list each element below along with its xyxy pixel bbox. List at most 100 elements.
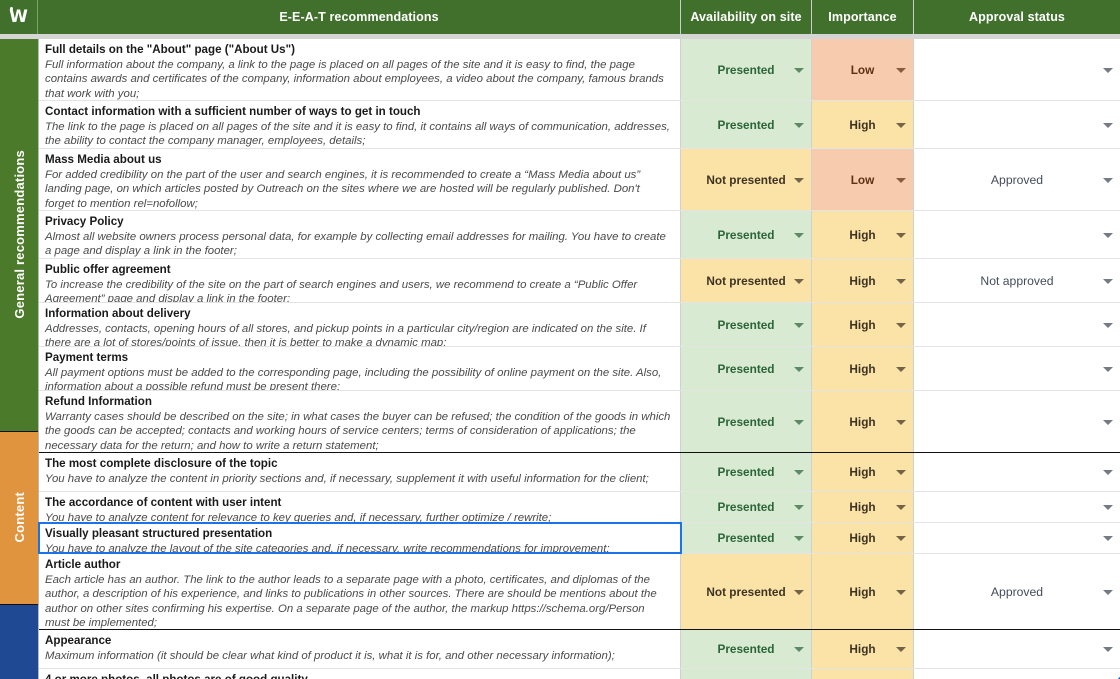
chevron-down-icon[interactable] bbox=[896, 589, 906, 595]
cell-approval-status[interactable] bbox=[914, 453, 1120, 491]
cell-availability[interactable]: Not presented bbox=[681, 259, 812, 302]
cell-recommendation[interactable]: Visually pleasant structured presentatio… bbox=[38, 522, 1120, 679]
cell-approval-status[interactable] bbox=[914, 39, 1120, 100]
cell-importance[interactable]: High bbox=[812, 554, 914, 629]
chevron-down-icon[interactable] bbox=[794, 177, 804, 183]
cell-availability[interactable]: Not presented bbox=[681, 149, 812, 210]
chevron-down-icon[interactable] bbox=[1103, 505, 1113, 510]
cell-availability[interactable]: Presented bbox=[681, 523, 812, 553]
cell-recommendation[interactable]: Information about delivery Addresses, con… bbox=[39, 303, 681, 346]
chevron-down-icon[interactable] bbox=[896, 67, 906, 73]
cell-availability[interactable]: Not presented bbox=[681, 554, 812, 629]
chevron-down-icon[interactable] bbox=[1103, 177, 1113, 183]
cell-importance[interactable]: High bbox=[812, 211, 914, 258]
cell-recommendation[interactable]: Mass Media about us For added credibility… bbox=[39, 149, 681, 210]
chevron-down-icon[interactable] bbox=[896, 536, 906, 541]
chevron-down-icon[interactable] bbox=[896, 647, 906, 652]
table-row[interactable]: Public offer agreement To increase the cr… bbox=[39, 259, 1120, 303]
chevron-down-icon[interactable] bbox=[1103, 278, 1113, 284]
cell-importance[interactable]: High bbox=[812, 630, 914, 668]
cell-approval-status[interactable] bbox=[914, 211, 1120, 258]
chevron-down-icon[interactable] bbox=[794, 470, 804, 475]
cell-recommendation[interactable]: Article author Each article has an author… bbox=[39, 554, 681, 629]
cell-approval-status[interactable]: Not approved bbox=[914, 259, 1120, 302]
chevron-down-icon[interactable] bbox=[896, 322, 906, 328]
cell-availability[interactable]: Presented bbox=[681, 669, 812, 679]
chevron-down-icon[interactable] bbox=[794, 366, 804, 372]
cell-recommendation[interactable]: Refund Information Warranty cases should … bbox=[39, 391, 681, 452]
chevron-down-icon[interactable] bbox=[896, 419, 906, 425]
chevron-down-icon[interactable] bbox=[794, 647, 804, 652]
chevron-down-icon[interactable] bbox=[794, 505, 804, 510]
cell-recommendation[interactable]: The most complete disclosure of the topi… bbox=[39, 453, 681, 491]
cell-approval-status[interactable]: Approved bbox=[914, 149, 1120, 210]
cell-approval-status[interactable] bbox=[914, 523, 1120, 553]
table-row[interactable]: Appearance Maximum information (it should… bbox=[39, 630, 1120, 669]
cell-importance[interactable]: Low bbox=[812, 39, 914, 100]
column-header-approval-status[interactable]: Approval status bbox=[914, 0, 1120, 34]
cell-importance[interactable]: High bbox=[812, 391, 914, 452]
chevron-down-icon[interactable] bbox=[794, 419, 804, 425]
chevron-down-icon[interactable] bbox=[1103, 589, 1113, 595]
chevron-down-icon[interactable] bbox=[1103, 366, 1113, 372]
table-row[interactable]: Privacy Policy Almost all website owners … bbox=[39, 211, 1120, 259]
cell-approval-status[interactable] bbox=[914, 669, 1120, 679]
cell-importance[interactable]: High bbox=[812, 453, 914, 491]
chevron-down-icon[interactable] bbox=[1103, 67, 1113, 73]
cell-recommendation[interactable]: The accordance of content with user inte… bbox=[39, 492, 681, 522]
section-label-2[interactable] bbox=[0, 604, 38, 679]
chevron-down-icon[interactable] bbox=[794, 122, 804, 128]
chevron-down-icon[interactable] bbox=[1103, 419, 1113, 425]
chevron-down-icon[interactable] bbox=[794, 589, 804, 595]
chevron-down-icon[interactable] bbox=[794, 278, 804, 284]
chevron-down-icon[interactable] bbox=[794, 232, 804, 238]
cell-recommendation[interactable]: Privacy Policy Almost all website owners … bbox=[39, 211, 681, 258]
table-row[interactable]: Refund Information Warranty cases should … bbox=[39, 391, 1120, 453]
chevron-down-icon[interactable] bbox=[896, 470, 906, 475]
chevron-down-icon[interactable] bbox=[896, 278, 906, 284]
cell-approval-status[interactable] bbox=[914, 492, 1120, 522]
cell-approval-status[interactable] bbox=[914, 347, 1120, 390]
cell-approval-status[interactable] bbox=[914, 101, 1120, 148]
table-row[interactable]: Contact information with a sufficient nu… bbox=[39, 101, 1120, 149]
chevron-down-icon[interactable] bbox=[896, 177, 906, 183]
cell-availability[interactable]: Presented bbox=[681, 492, 812, 522]
cell-importance[interactable]: High bbox=[812, 669, 914, 679]
chevron-down-icon[interactable] bbox=[896, 122, 906, 128]
chevron-down-icon[interactable] bbox=[1103, 322, 1113, 328]
cell-availability[interactable]: Presented bbox=[681, 303, 812, 346]
table-row[interactable]: 4 or more photos, all photos are of good… bbox=[39, 669, 1120, 679]
table-row[interactable]: Article author Each article has an author… bbox=[39, 554, 1120, 630]
cell-availability[interactable]: Presented bbox=[681, 211, 812, 258]
table-row[interactable]: Mass Media about us For added credibility… bbox=[39, 149, 1120, 211]
cell-availability[interactable]: Presented bbox=[681, 630, 812, 668]
table-row[interactable]: Payment terms All payment options must be… bbox=[39, 347, 1120, 391]
chevron-down-icon[interactable] bbox=[794, 322, 804, 328]
column-header-importance[interactable]: Importance bbox=[812, 0, 914, 34]
section-label-0[interactable]: General recommendations bbox=[0, 39, 38, 432]
cell-importance[interactable]: High bbox=[812, 259, 914, 302]
cell-availability[interactable]: Presented bbox=[681, 347, 812, 390]
chevron-down-icon[interactable] bbox=[896, 505, 906, 510]
cell-importance[interactable]: High bbox=[812, 347, 914, 390]
chevron-down-icon[interactable] bbox=[1103, 122, 1113, 128]
app-logo[interactable]: W bbox=[0, 0, 38, 34]
chevron-down-icon[interactable] bbox=[794, 536, 804, 541]
table-row[interactable]: Full details on the "About" page ("About… bbox=[39, 39, 1120, 101]
table-row[interactable]: Visually pleasant structured presentatio… bbox=[38, 522, 1120, 679]
chevron-down-icon[interactable] bbox=[794, 67, 804, 73]
chevron-down-icon[interactable] bbox=[896, 232, 906, 238]
column-header-availability[interactable]: Availability on site bbox=[681, 0, 812, 34]
chevron-down-icon[interactable] bbox=[896, 366, 906, 372]
column-header-recommendations[interactable]: E-E-A-T recommendations bbox=[38, 0, 681, 34]
cell-recommendation[interactable]: 4 or more photos, all photos are of good… bbox=[39, 669, 681, 679]
cell-importance[interactable]: High bbox=[812, 303, 914, 346]
table-row[interactable]: The most complete disclosure of the topi… bbox=[39, 453, 1120, 492]
table-row[interactable]: The accordance of content with user inte… bbox=[39, 492, 1120, 523]
cell-recommendation[interactable]: Full details on the "About" page ("About… bbox=[39, 39, 681, 100]
cell-availability[interactable]: Presented bbox=[681, 101, 812, 148]
chevron-down-icon[interactable] bbox=[1103, 232, 1113, 238]
cell-importance[interactable]: Low bbox=[812, 149, 914, 210]
cell-approval-status[interactable] bbox=[914, 630, 1120, 668]
cell-importance[interactable]: High bbox=[812, 523, 914, 553]
